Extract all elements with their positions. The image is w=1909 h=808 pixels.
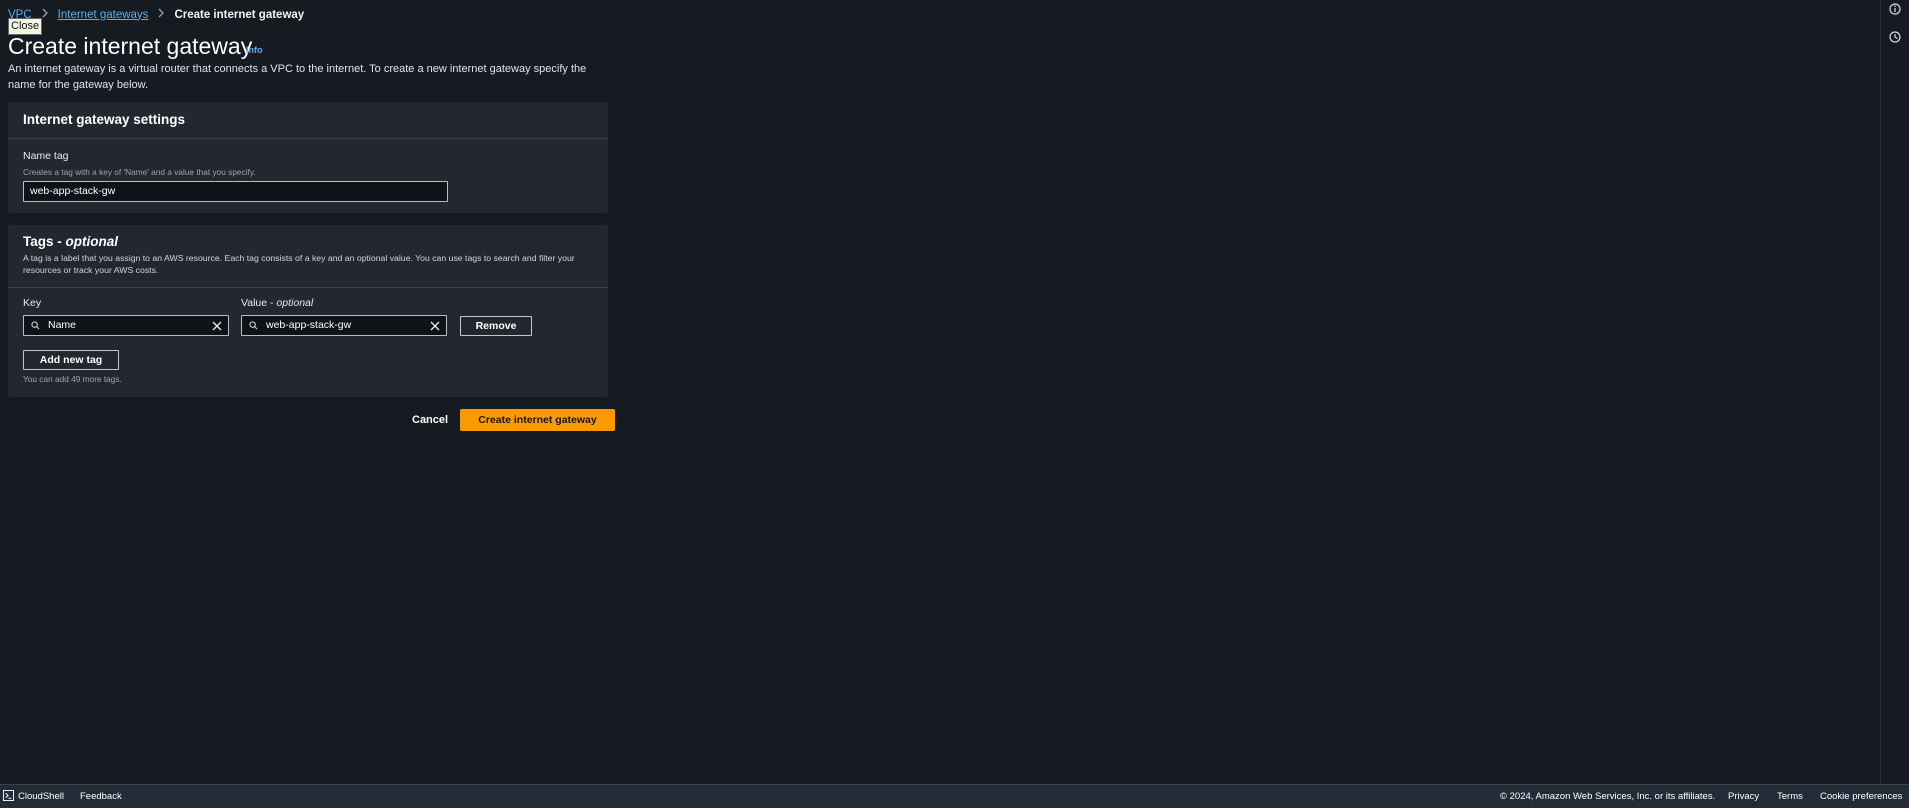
tags-title-optional: optional xyxy=(65,234,119,249)
terminal-icon[interactable] xyxy=(3,790,14,801)
breadcrumb-internet-gateways-link[interactable]: Internet gateways xyxy=(58,9,149,21)
add-tag-hint: You can add 49 more tags. xyxy=(23,374,122,384)
gateway-settings-panel: Internet gateway settings Name tag Creat… xyxy=(8,102,608,213)
gateway-settings-header: Internet gateway settings xyxy=(8,102,608,139)
footer: CloudShell Feedback © 2024, Amazon Web S… xyxy=(0,784,1909,808)
cancel-button[interactable]: Cancel xyxy=(412,414,448,426)
tag-value-label-text: Value - xyxy=(241,297,277,309)
feedback-link[interactable]: Feedback xyxy=(80,791,122,802)
tag-key-label: Key xyxy=(23,297,42,309)
breadcrumb-current: Create internet gateway xyxy=(174,8,305,21)
cookie-preferences-link[interactable]: Cookie preferences xyxy=(1820,791,1902,802)
copyright: © 2024, Amazon Web Services, Inc. or its… xyxy=(1500,791,1716,802)
search-icon xyxy=(31,321,40,330)
terms-link[interactable]: Terms xyxy=(1777,791,1803,802)
close-icon[interactable] xyxy=(211,320,223,332)
name-tag-input[interactable]: web-app-stack-gw xyxy=(23,181,448,202)
tags-header: Tags - optional A tag is a label that yo… xyxy=(8,225,608,288)
gateway-settings-title: Internet gateway settings xyxy=(23,112,186,127)
page-title: Create internet gateway xyxy=(8,33,253,59)
tags-description: A tag is a label that you assign to an A… xyxy=(23,253,575,275)
add-new-tag-button[interactable]: Add new tag xyxy=(23,350,119,370)
privacy-link[interactable]: Privacy xyxy=(1728,791,1759,802)
breadcrumb: VPC Internet gateways Create internet ga… xyxy=(8,8,304,21)
tag-value-value: web-app-stack-gw xyxy=(266,319,352,331)
cloudshell-link[interactable]: CloudShell xyxy=(18,791,64,802)
tag-key-input[interactable]: Name xyxy=(23,315,229,336)
name-tag-label: Name tag xyxy=(23,150,69,162)
tag-value-label: Value - optional xyxy=(241,297,313,309)
search-icon xyxy=(249,321,258,330)
name-tag-hint: Creates a tag with a key of 'Name' and a… xyxy=(23,167,256,177)
remove-tag-button[interactable]: Remove xyxy=(460,316,532,336)
tag-key-value: Name xyxy=(48,319,77,331)
tags-title: Tags - optional xyxy=(23,225,593,249)
tag-value-label-optional: optional xyxy=(276,297,314,309)
close-icon[interactable] xyxy=(429,320,441,332)
tags-title-text: Tags - xyxy=(23,234,66,249)
info-link[interactable]: Info xyxy=(246,45,263,55)
right-rail xyxy=(1880,0,1909,785)
tag-value-input[interactable]: web-app-stack-gw xyxy=(241,315,447,336)
clock-icon[interactable] xyxy=(1889,31,1901,43)
tags-panel: Tags - optional A tag is a label that yo… xyxy=(8,225,608,397)
page-description: An internet gateway is a virtual router … xyxy=(8,63,587,91)
info-circle-icon[interactable] xyxy=(1889,3,1901,15)
create-internet-gateway-button[interactable]: Create internet gateway xyxy=(460,409,615,431)
chevron-right-icon xyxy=(154,8,168,21)
